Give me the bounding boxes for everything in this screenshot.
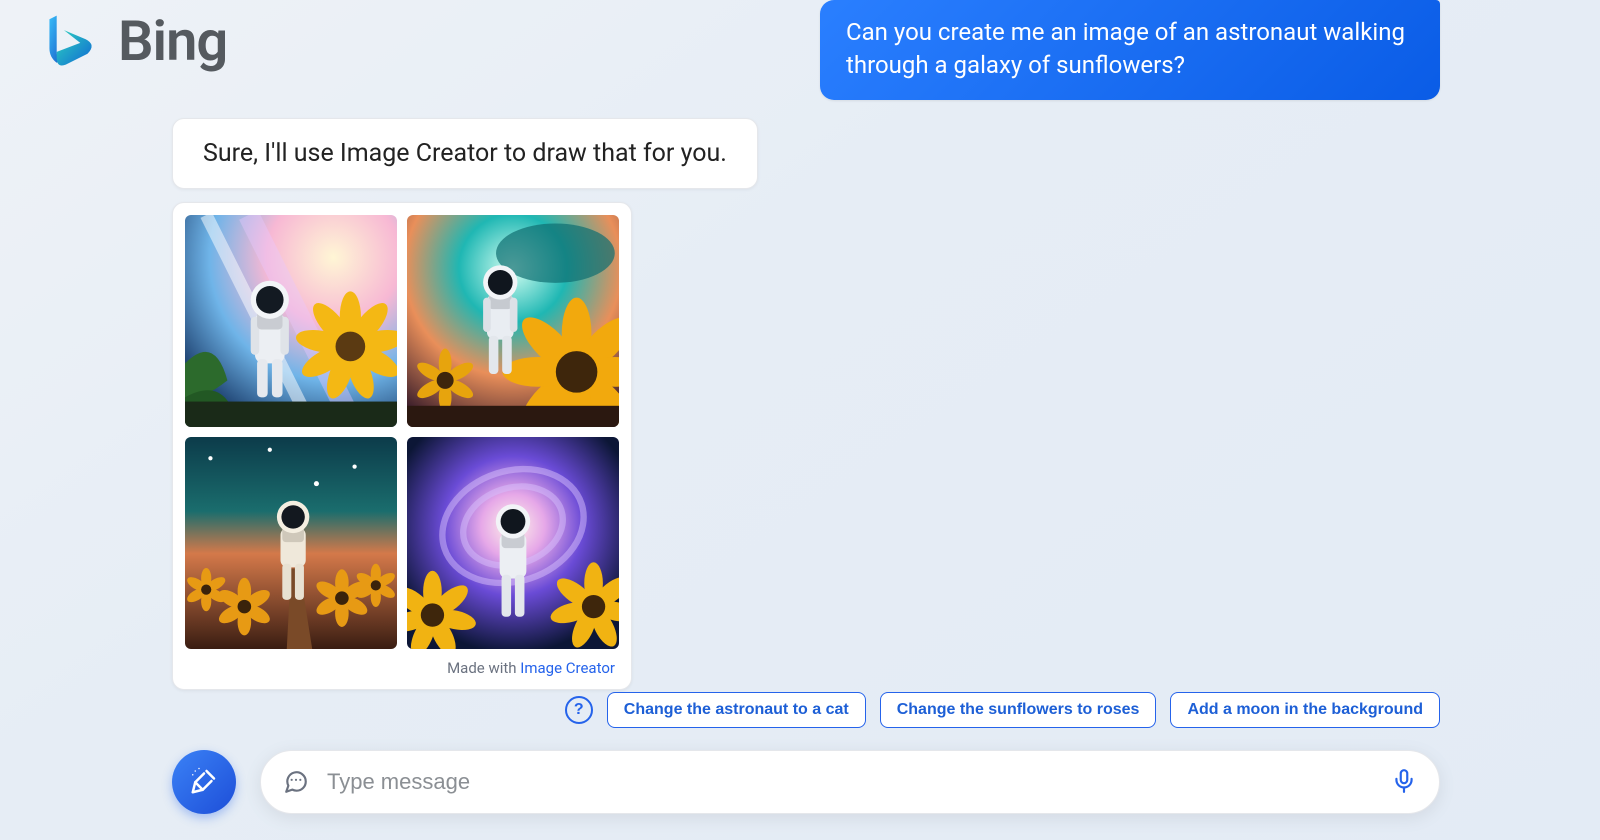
generated-image-3[interactable] xyxy=(185,437,397,649)
image-results-card: Made with Image Creator xyxy=(172,202,632,690)
microphone-icon xyxy=(1391,768,1417,797)
bot-reply-bubble: Sure, I'll use Image Creator to draw tha… xyxy=(172,118,758,189)
suggestion-chip-1[interactable]: Change the astronaut to a cat xyxy=(607,692,866,728)
message-input[interactable] xyxy=(327,769,1373,795)
suggestion-chip-3[interactable]: Add a moon in the background xyxy=(1170,692,1440,728)
generated-image-1[interactable] xyxy=(185,215,397,427)
composer-area xyxy=(172,750,1440,814)
image-card-caption: Made with Image Creator xyxy=(185,649,619,681)
image-creator-link[interactable]: Image Creator xyxy=(520,659,615,677)
microphone-button[interactable] xyxy=(1391,768,1417,797)
image-results-grid xyxy=(185,215,619,649)
generated-image-4[interactable] xyxy=(407,437,619,649)
bing-logo-icon xyxy=(44,12,102,70)
help-icon: ? xyxy=(574,701,584,719)
broom-sparkle-icon xyxy=(189,766,219,799)
message-composer xyxy=(260,750,1440,814)
generated-image-2[interactable] xyxy=(407,215,619,427)
brand-name: Bing xyxy=(118,8,227,74)
brand-logo: Bing xyxy=(44,8,227,74)
suggestion-chip-2[interactable]: Change the sunflowers to roses xyxy=(880,692,1157,728)
user-message-text: Can you create me an image of an astrona… xyxy=(846,18,1405,79)
suggestion-row: ? Change the astronaut to a cat Change t… xyxy=(565,692,1440,728)
bot-reply-text: Sure, I'll use Image Creator to draw tha… xyxy=(203,139,727,168)
caption-prefix: Made with xyxy=(447,659,520,677)
new-topic-button[interactable] xyxy=(172,750,236,814)
help-button[interactable]: ? xyxy=(565,696,593,724)
chat-icon xyxy=(283,769,309,795)
user-message-bubble: Can you create me an image of an astrona… xyxy=(820,0,1440,100)
